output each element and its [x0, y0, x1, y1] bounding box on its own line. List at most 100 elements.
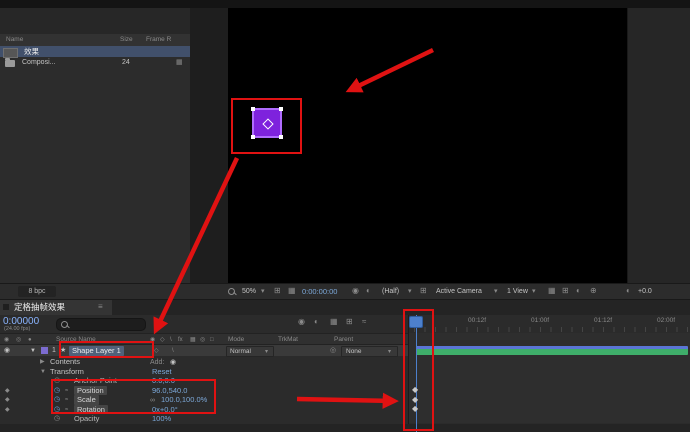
shy-layers-icon[interactable]: ▦ — [330, 318, 338, 326]
contents-label[interactable]: Contents — [50, 358, 80, 366]
stopwatch-icon[interactable]: ◷ — [54, 406, 60, 413]
layer-twirl-icon[interactable]: ▼ — [30, 348, 36, 354]
project-item-label: Composi... — [22, 59, 55, 66]
graph-set-icon[interactable]: ≈ — [65, 388, 68, 394]
selection-handle[interactable] — [279, 107, 283, 111]
shape-layer-icon: ★ — [60, 347, 66, 354]
view-layout-dropdown[interactable]: 1 View — [507, 288, 528, 295]
keyframe-nav-icon[interactable]: ◆ — [5, 388, 10, 394]
exposure-icon[interactable]: ◐ — [626, 287, 631, 295]
stopwatch-icon[interactable]: ◷ — [54, 377, 60, 384]
show-snapshot-icon[interactable]: ◐ — [366, 287, 371, 295]
property-label[interactable]: Scale — [74, 395, 99, 405]
property-row-opacity[interactable]: ◷ Opacity 100% — [0, 414, 408, 424]
property-row-scale[interactable]: ◆ ◷ ≈ Scale ∞ 100.0,100.0% — [0, 395, 408, 405]
zoom-tool-icon[interactable] — [228, 288, 235, 295]
property-label[interactable]: Position — [74, 386, 107, 396]
ruler-label: 02:00f — [657, 318, 675, 325]
collapse-toggle-icon[interactable]: ◇ — [154, 348, 159, 354]
grid-guides-icon[interactable]: ⊞ — [274, 287, 281, 295]
twirl-icon[interactable]: ▼ — [40, 369, 46, 375]
parent-pickwhip-icon[interactable]: ◎ — [330, 347, 336, 354]
parent-dropdown[interactable]: None ▾ — [341, 346, 398, 357]
property-value[interactable]: 96.0,540.0 — [152, 387, 187, 395]
cube-3d-header-icon: □ — [210, 337, 214, 343]
selection-handle[interactable] — [251, 135, 255, 139]
camera-view-dropdown[interactable]: Active Camera — [436, 288, 482, 295]
twirl-icon[interactable]: ▶ — [40, 359, 45, 365]
mask-visibility-icon[interactable]: ▦ — [288, 287, 296, 295]
keyframe-diamond-rotation[interactable]: ◆ — [412, 405, 418, 413]
chevron-down-icon: ▾ — [494, 288, 498, 295]
stopwatch-icon[interactable]: ◷ — [54, 387, 60, 394]
region-of-interest-icon[interactable]: ⊞ — [420, 287, 427, 295]
project-item-composition[interactable]: Composi... 24 ▦ — [0, 57, 190, 68]
time-ruler[interactable]: 00:12f 01:00f 01:12f 02:00f — [408, 315, 690, 334]
timeline-button-icon[interactable]: ◐ — [576, 287, 581, 295]
label-color-chip[interactable] — [41, 347, 48, 354]
exposure-value[interactable]: +0.0 — [638, 288, 652, 295]
collapse-header-icon: ◇ — [160, 337, 165, 343]
property-value[interactable]: 0x+0.0° — [152, 406, 178, 414]
zoom-level-dropdown[interactable]: 50% — [242, 288, 256, 295]
ruler-ticks — [414, 327, 688, 332]
reset-button[interactable]: Reset — [152, 368, 172, 376]
stopwatch-icon[interactable]: ◷ — [54, 415, 60, 422]
link-dimensions-icon[interactable]: ∞ — [150, 397, 155, 404]
viewer-timecode[interactable]: 0:00:00:00 — [302, 288, 337, 296]
timeline-search-input[interactable] — [56, 318, 146, 331]
graph-set-icon[interactable]: ≈ — [65, 397, 68, 403]
current-time-indicator-handle[interactable] — [409, 316, 423, 328]
bit-depth-button[interactable]: 8 bpc — [18, 286, 56, 297]
blend-mode-dropdown[interactable]: Normal ▾ — [226, 346, 274, 357]
snapshot-icon[interactable]: ◉ — [352, 287, 359, 295]
property-value[interactable]: 100.0,100.0% — [161, 396, 207, 404]
graph-set-icon[interactable]: ≈ — [65, 407, 68, 413]
property-value[interactable]: 0.0,0.0 — [152, 377, 175, 385]
property-row-rotation[interactable]: ◆ ◷ ≈ Rotation 0x+0.0° — [0, 405, 408, 415]
keyframe-diamond-position[interactable]: ◆ — [412, 386, 418, 394]
stopwatch-icon[interactable]: ◷ — [54, 396, 60, 403]
composition-mini-flow-icon[interactable]: ◉ — [298, 318, 305, 326]
layer-name[interactable]: Shape Layer 1 — [69, 346, 124, 356]
contents-group-row[interactable]: ▶ Contents Add: ◉ — [0, 357, 408, 367]
draft-3d-icon[interactable]: ◐ — [314, 318, 319, 326]
property-label[interactable]: Rotation — [74, 405, 108, 415]
panel-menu-icon[interactable]: ≡ — [98, 303, 103, 311]
keyframe-nav-icon[interactable]: ◆ — [5, 397, 10, 403]
layer-row[interactable]: ◉ ▼ 1 ★ Shape Layer 1 ◇ \ Normal ▾ ◎ Non… — [0, 345, 408, 356]
transform-group-row[interactable]: ▼ Transform Reset — [0, 367, 408, 377]
property-label[interactable]: Anchor Point — [74, 377, 117, 385]
eye-column-icon: ◉ — [4, 337, 9, 343]
property-row-anchor-point[interactable]: ◷ Anchor Point 0.0,0.0 — [0, 376, 408, 386]
anchor-point-icon[interactable] — [262, 118, 273, 129]
current-time-indicator-line[interactable] — [416, 315, 418, 432]
column-mode: Mode — [228, 337, 244, 344]
resolution-dropdown[interactable]: (Half) — [382, 288, 399, 295]
composition-viewport[interactable] — [228, 8, 627, 283]
flowchart-icon[interactable]: ⊕ — [590, 287, 597, 295]
ruler-label: 01:12f — [594, 318, 612, 325]
transform-label[interactable]: Transform — [50, 368, 84, 376]
panel-divider[interactable] — [408, 315, 409, 432]
property-label[interactable]: Opacity — [74, 415, 99, 423]
selection-handle[interactable] — [279, 135, 283, 139]
layer-duration-bar[interactable] — [416, 346, 688, 355]
keyframe-nav-icon[interactable]: ◆ — [5, 407, 10, 413]
property-value[interactable]: 100% — [152, 415, 171, 423]
add-shape-button-icon[interactable]: ◉ — [170, 359, 176, 366]
fast-preview-icon[interactable]: ⊞ — [562, 287, 569, 295]
timeline-tab[interactable]: 定格抽帧效果 ≡ — [0, 300, 112, 315]
shape-layer-square[interactable] — [252, 108, 282, 138]
timeline-bottom-strip — [0, 424, 690, 432]
project-item-effect[interactable]: 效果 — [0, 46, 190, 57]
eye-toggle-icon[interactable]: ◉ — [4, 347, 10, 354]
timeline-panel: 定格抽帧效果 ≡ 0:00000 (24.00 fps) ◉ ◐ ▦ ⊞ ≈ 0… — [0, 299, 690, 432]
graph-editor-icon[interactable]: ≈ — [362, 318, 366, 326]
property-row-position[interactable]: ◆ ◷ ≈ Position 96.0,540.0 — [0, 386, 408, 396]
quality-toggle-icon[interactable]: \ — [172, 348, 174, 354]
pixel-aspect-icon[interactable]: ▦ — [548, 287, 556, 295]
selection-handle[interactable] — [251, 107, 255, 111]
keyframe-diamond-scale[interactable]: ◆ — [412, 396, 418, 404]
frame-blending-icon[interactable]: ⊞ — [346, 318, 353, 326]
